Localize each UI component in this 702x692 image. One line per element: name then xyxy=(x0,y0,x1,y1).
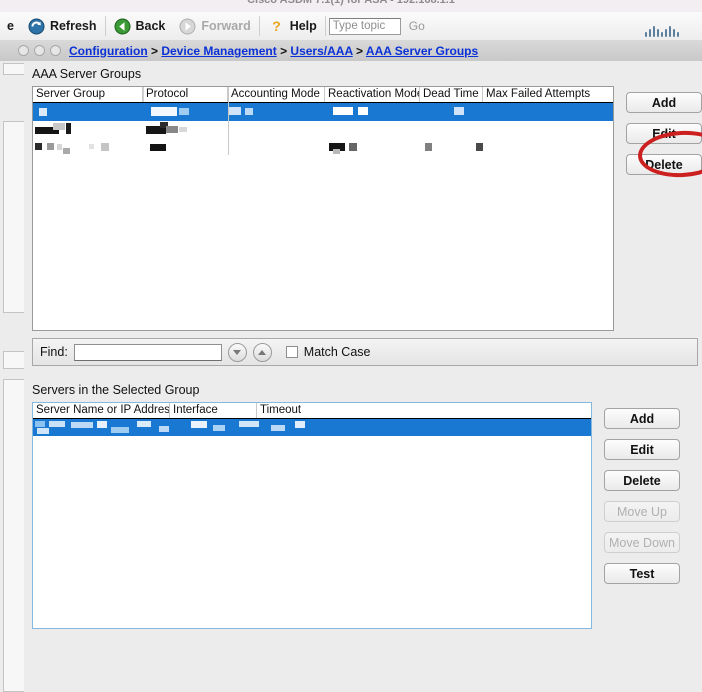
breadcrumb-sep-2: > xyxy=(276,43,291,58)
main-content: AAA Server Groups Server Group Protocol … xyxy=(26,61,702,629)
left-navigation-rail xyxy=(0,61,26,692)
move-down-button: Move Down xyxy=(604,532,680,553)
find-previous-button[interactable] xyxy=(252,342,272,362)
column-header-interface[interactable]: Interface xyxy=(170,403,257,418)
find-label: Find: xyxy=(40,345,68,359)
breadcrumb-sep-1: > xyxy=(147,43,162,58)
column-header-accounting-mode[interactable]: Accounting Mode xyxy=(228,87,325,102)
help-button[interactable]: ? Help xyxy=(261,12,324,40)
move-up-button: Move Up xyxy=(604,501,680,522)
chevron-up-icon xyxy=(258,349,267,355)
servers-table[interactable]: Server Name or IP Address Interface Time… xyxy=(32,402,592,629)
column-header-reactivation-mode[interactable]: Reactivation Mode xyxy=(325,87,420,102)
move-down-label: Move Down xyxy=(609,535,675,550)
cisco-bars-icon xyxy=(645,26,679,37)
dot-2 xyxy=(34,45,45,56)
rail-panel-3 xyxy=(3,351,24,369)
edit-server-group-label: Edit xyxy=(652,126,676,141)
breadcrumb-bar: Configuration > Device Management > User… xyxy=(0,40,702,62)
test-server-button[interactable]: Test xyxy=(604,563,680,584)
refresh-label: Refresh xyxy=(49,19,97,33)
servers-table-header: Server Name or IP Address Interface Time… xyxy=(33,403,591,419)
find-next-button[interactable] xyxy=(227,342,247,362)
aaa-server-groups-title: AAA Server Groups xyxy=(32,67,142,81)
breadcrumb-configuration[interactable]: Configuration xyxy=(69,44,148,58)
help-question-icon: ? xyxy=(272,18,281,34)
back-label: Back xyxy=(135,19,166,33)
svg-text:?: ? xyxy=(272,18,281,34)
delete-server-label: Delete xyxy=(623,473,661,488)
rail-panel-4 xyxy=(3,379,24,692)
aaa-server-groups-table[interactable]: Server Group Protocol Accounting Mode Re… xyxy=(32,86,614,331)
match-case-control[interactable]: Match Case xyxy=(285,345,371,359)
breadcrumb-dots xyxy=(18,45,61,56)
aaa-table-header: Server Group Protocol Accounting Mode Re… xyxy=(33,87,613,103)
delete-server-button[interactable]: Delete xyxy=(604,470,680,491)
column-header-dead-time[interactable]: Dead Time xyxy=(420,87,483,102)
toolbar-divider xyxy=(104,16,106,36)
move-up-label: Move Up xyxy=(616,504,668,519)
rail-panel-1 xyxy=(3,63,24,75)
column-header-server-name-or-ip[interactable]: Server Name or IP Address xyxy=(33,403,170,418)
add-server-group-button[interactable]: Add xyxy=(626,92,702,113)
match-case-checkbox[interactable] xyxy=(285,346,298,358)
search-topic-input[interactable]: Type topic xyxy=(328,17,401,35)
help-label: Help xyxy=(289,19,317,33)
search-topic-placeholder: Type topic xyxy=(332,20,386,32)
table-row[interactable] xyxy=(33,139,613,157)
find-input[interactable] xyxy=(73,343,222,361)
window-title: Cisco ASDM 7.1(1) for ASA - 192.168.1.1 xyxy=(247,0,455,6)
column-header-timeout[interactable]: Timeout xyxy=(257,403,377,418)
asdm-window: Cisco ASDM 7.1(1) for ASA - 192.168.1.1 … xyxy=(0,0,702,692)
delete-server-group-label: Delete xyxy=(645,157,683,172)
dot-3 xyxy=(50,45,61,56)
home-label-clipped: e xyxy=(7,19,14,33)
rail-panel-2 xyxy=(3,121,24,313)
edit-server-label: Edit xyxy=(630,442,654,457)
refresh-icon xyxy=(28,18,45,34)
breadcrumb-device-management[interactable]: Device Management xyxy=(161,44,276,58)
breadcrumb-aaa-server-groups[interactable]: AAA Server Groups xyxy=(366,44,478,58)
servers-in-selected-group-title: Servers in the Selected Group xyxy=(32,383,200,397)
add-server-label: Add xyxy=(629,411,655,426)
forward-label: Forward xyxy=(201,19,251,33)
toolbar-divider-3 xyxy=(324,16,326,36)
edit-server-button[interactable]: Edit xyxy=(604,439,680,460)
edit-server-group-button[interactable]: Edit xyxy=(626,123,702,144)
column-header-protocol[interactable]: Protocol xyxy=(143,87,228,102)
find-bar: Find: Match Case xyxy=(32,338,698,366)
dot-1 xyxy=(18,45,29,56)
back-button[interactable]: Back xyxy=(107,12,173,40)
add-server-group-label: Add xyxy=(651,95,677,110)
main-toolbar: e Refresh Back Forward ? Help Type topic… xyxy=(0,12,702,50)
table-row[interactable] xyxy=(33,419,591,436)
table-row[interactable] xyxy=(33,103,613,121)
breadcrumb-sep-3: > xyxy=(352,43,366,58)
table-row[interactable] xyxy=(33,121,613,139)
column-header-server-group[interactable]: Server Group xyxy=(33,87,143,102)
breadcrumb-users-aaa[interactable]: Users/AAA xyxy=(290,44,352,58)
refresh-button[interactable]: Refresh xyxy=(21,12,104,40)
forward-button: Forward xyxy=(172,12,257,40)
breadcrumb: Configuration > Device Management > User… xyxy=(69,44,478,58)
toolbar-divider-2 xyxy=(258,16,260,36)
back-arrow-icon xyxy=(114,18,130,34)
go-button[interactable]: Go xyxy=(409,19,425,33)
add-server-button[interactable]: Add xyxy=(604,408,680,429)
chevron-down-icon xyxy=(233,349,242,355)
column-header-max-failed-attempts[interactable]: Max Failed Attempts xyxy=(483,87,613,102)
delete-server-group-button[interactable]: Delete xyxy=(626,154,702,175)
test-server-label: Test xyxy=(629,566,655,581)
window-title-bar: Cisco ASDM 7.1(1) for ASA - 192.168.1.1 xyxy=(0,0,702,12)
match-case-label: Match Case xyxy=(303,345,371,359)
forward-arrow-icon xyxy=(179,18,196,34)
toolbar-home-partial[interactable]: e xyxy=(0,12,21,40)
